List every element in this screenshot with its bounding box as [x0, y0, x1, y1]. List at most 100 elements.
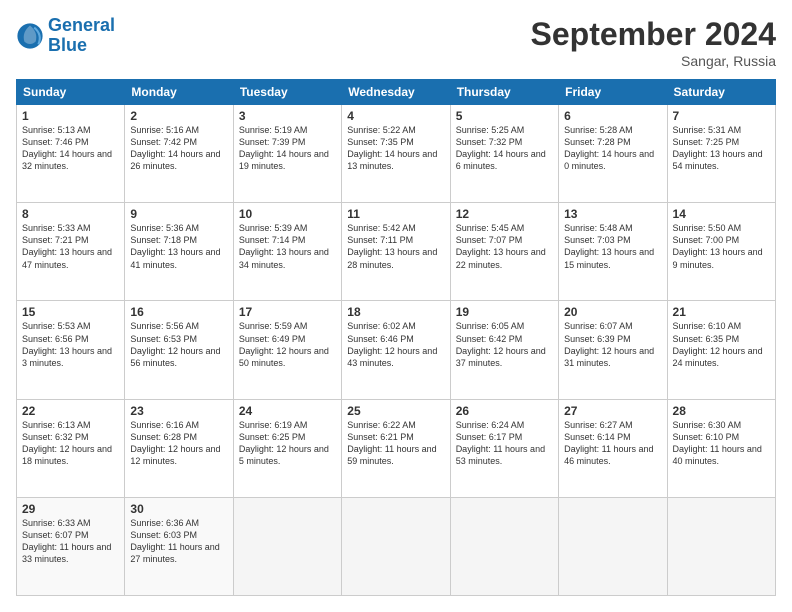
- day-info: Sunrise: 5:28 AMSunset: 7:28 PMDaylight:…: [564, 125, 654, 171]
- day-number: 15: [22, 305, 119, 319]
- day-number: 8: [22, 207, 119, 221]
- table-row: 21 Sunrise: 6:10 AMSunset: 6:35 PMDayligh…: [667, 301, 775, 399]
- table-row: 22 Sunrise: 6:13 AMSunset: 6:32 PMDayligh…: [17, 399, 125, 497]
- day-info: Sunrise: 6:13 AMSunset: 6:32 PMDaylight:…: [22, 420, 112, 466]
- table-row: 25Sunrise: 6:22 AMSunset: 6:21 PMDayligh…: [342, 399, 450, 497]
- table-row: 18 Sunrise: 6:02 AMSunset: 6:46 PMDayligh…: [342, 301, 450, 399]
- day-number: 5: [456, 109, 553, 123]
- header: General Blue September 2024 Sangar, Russ…: [16, 16, 776, 69]
- day-number: 12: [456, 207, 553, 221]
- day-info: Sunrise: 6:30 AMSunset: 6:10 PMDaylight:…: [673, 420, 762, 466]
- day-info: Sunrise: 5:45 AMSunset: 7:07 PMDaylight:…: [456, 223, 546, 269]
- table-row: 27 Sunrise: 6:27 AMSunset: 6:14 PMDayligh…: [559, 399, 667, 497]
- day-info: Sunrise: 6:10 AMSunset: 6:35 PMDaylight:…: [673, 321, 763, 367]
- day-number: 30: [130, 502, 227, 516]
- logo: General Blue: [16, 16, 115, 56]
- day-number: 17: [239, 305, 336, 319]
- table-row: 3 Sunrise: 5:19 AMSunset: 7:39 PMDaylight…: [233, 105, 341, 203]
- day-number: 11: [347, 207, 444, 221]
- table-row: [559, 497, 667, 595]
- day-info: Sunrise: 5:13 AMSunset: 7:46 PMDaylight:…: [22, 125, 112, 171]
- table-row: 7 Sunrise: 5:31 AMSunset: 7:25 PMDaylight…: [667, 105, 775, 203]
- header-sunday: Sunday: [17, 80, 125, 105]
- header-friday: Friday: [559, 80, 667, 105]
- day-info: Sunrise: 5:19 AMSunset: 7:39 PMDaylight:…: [239, 125, 329, 171]
- table-row: 5Sunrise: 5:25 AMSunset: 7:32 PMDaylight…: [450, 105, 558, 203]
- day-number: 10: [239, 207, 336, 221]
- table-row: [450, 497, 558, 595]
- day-info: Sunrise: 6:19 AMSunset: 6:25 PMDaylight:…: [239, 420, 329, 466]
- day-info: Sunrise: 5:56 AMSunset: 6:53 PMDaylight:…: [130, 321, 220, 367]
- table-row: [233, 497, 341, 595]
- table-row: 15 Sunrise: 5:53 AMSunset: 6:56 PMDayligh…: [17, 301, 125, 399]
- logo-general: General: [48, 15, 115, 35]
- day-number: 9: [130, 207, 227, 221]
- header-wednesday: Wednesday: [342, 80, 450, 105]
- table-row: 19 Sunrise: 6:05 AMSunset: 6:42 PMDayligh…: [450, 301, 558, 399]
- calendar-table: Sunday Monday Tuesday Wednesday Thursday…: [16, 79, 776, 596]
- day-info: Sunrise: 5:59 AMSunset: 6:49 PMDaylight:…: [239, 321, 329, 367]
- day-number: 27: [564, 404, 661, 418]
- day-number: 22: [22, 404, 119, 418]
- day-info: Sunrise: 6:36 AMSunset: 6:03 PMDaylight:…: [130, 518, 219, 564]
- day-info: Sunrise: 5:48 AMSunset: 7:03 PMDaylight:…: [564, 223, 654, 269]
- day-info: Sunrise: 5:39 AMSunset: 7:14 PMDaylight:…: [239, 223, 329, 269]
- page: General Blue September 2024 Sangar, Russ…: [0, 0, 792, 612]
- day-number: 23: [130, 404, 227, 418]
- day-number: 20: [564, 305, 661, 319]
- day-info: Sunrise: 5:16 AMSunset: 7:42 PMDaylight:…: [130, 125, 220, 171]
- title-block: September 2024 Sangar, Russia: [531, 16, 776, 69]
- day-number: 13: [564, 207, 661, 221]
- day-number: 29: [22, 502, 119, 516]
- day-info: Sunrise: 6:27 AMSunset: 6:14 PMDaylight:…: [564, 420, 653, 466]
- table-row: 11 Sunrise: 5:42 AMSunset: 7:11 PMDayligh…: [342, 203, 450, 301]
- day-info: Sunrise: 5:42 AMSunset: 7:11 PMDaylight:…: [347, 223, 437, 269]
- month-title: September 2024: [531, 16, 776, 53]
- day-info: Sunrise: 6:02 AMSunset: 6:46 PMDaylight:…: [347, 321, 437, 367]
- table-row: 13 Sunrise: 5:48 AMSunset: 7:03 PMDayligh…: [559, 203, 667, 301]
- day-number: 28: [673, 404, 770, 418]
- table-row: 20Sunrise: 6:07 AMSunset: 6:39 PMDayligh…: [559, 301, 667, 399]
- day-number: 3: [239, 109, 336, 123]
- day-info: Sunrise: 5:50 AMSunset: 7:00 PMDaylight:…: [673, 223, 763, 269]
- day-info: Sunrise: 6:16 AMSunset: 6:28 PMDaylight:…: [130, 420, 220, 466]
- day-info: Sunrise: 5:36 AMSunset: 7:18 PMDaylight:…: [130, 223, 220, 269]
- header-thursday: Thursday: [450, 80, 558, 105]
- table-row: 26 Sunrise: 6:24 AMSunset: 6:17 PMDayligh…: [450, 399, 558, 497]
- day-number: 6: [564, 109, 661, 123]
- day-number: 25: [347, 404, 444, 418]
- table-row: 17 Sunrise: 5:59 AMSunset: 6:49 PMDayligh…: [233, 301, 341, 399]
- logo-icon: [16, 22, 44, 50]
- table-row: 30 Sunrise: 6:36 AMSunset: 6:03 PMDayligh…: [125, 497, 233, 595]
- day-info: Sunrise: 6:24 AMSunset: 6:17 PMDaylight:…: [456, 420, 545, 466]
- table-row: 10 Sunrise: 5:39 AMSunset: 7:14 PMDayligh…: [233, 203, 341, 301]
- table-row: [667, 497, 775, 595]
- day-number: 2: [130, 109, 227, 123]
- day-number: 19: [456, 305, 553, 319]
- day-number: 26: [456, 404, 553, 418]
- header-monday: Monday: [125, 80, 233, 105]
- day-number: 4: [347, 109, 444, 123]
- table-row: 1 Sunrise: 5:13 AMSunset: 7:46 PMDaylight…: [17, 105, 125, 203]
- day-number: 21: [673, 305, 770, 319]
- day-number: 7: [673, 109, 770, 123]
- location: Sangar, Russia: [531, 53, 776, 69]
- weekday-header-row: Sunday Monday Tuesday Wednesday Thursday…: [17, 80, 776, 105]
- table-row: 8 Sunrise: 5:33 AMSunset: 7:21 PMDaylight…: [17, 203, 125, 301]
- table-row: 2 Sunrise: 5:16 AMSunset: 7:42 PMDaylight…: [125, 105, 233, 203]
- table-row: 16 Sunrise: 5:56 AMSunset: 6:53 PMDayligh…: [125, 301, 233, 399]
- header-saturday: Saturday: [667, 80, 775, 105]
- day-info: Sunrise: 6:05 AMSunset: 6:42 PMDaylight:…: [456, 321, 546, 367]
- logo-text: General Blue: [48, 16, 115, 56]
- day-number: 24: [239, 404, 336, 418]
- day-number: 18: [347, 305, 444, 319]
- day-number: 16: [130, 305, 227, 319]
- day-info: Sunrise: 5:53 AMSunset: 6:56 PMDaylight:…: [22, 321, 112, 367]
- table-row: 14Sunrise: 5:50 AMSunset: 7:00 PMDayligh…: [667, 203, 775, 301]
- day-number: 1: [22, 109, 119, 123]
- day-info: Sunrise: 5:31 AMSunset: 7:25 PMDaylight:…: [673, 125, 763, 171]
- table-row: 12 Sunrise: 5:45 AMSunset: 7:07 PMDayligh…: [450, 203, 558, 301]
- table-row: 6 Sunrise: 5:28 AMSunset: 7:28 PMDaylight…: [559, 105, 667, 203]
- table-row: 28 Sunrise: 6:30 AMSunset: 6:10 PMDayligh…: [667, 399, 775, 497]
- day-info: Sunrise: 5:33 AMSunset: 7:21 PMDaylight:…: [22, 223, 112, 269]
